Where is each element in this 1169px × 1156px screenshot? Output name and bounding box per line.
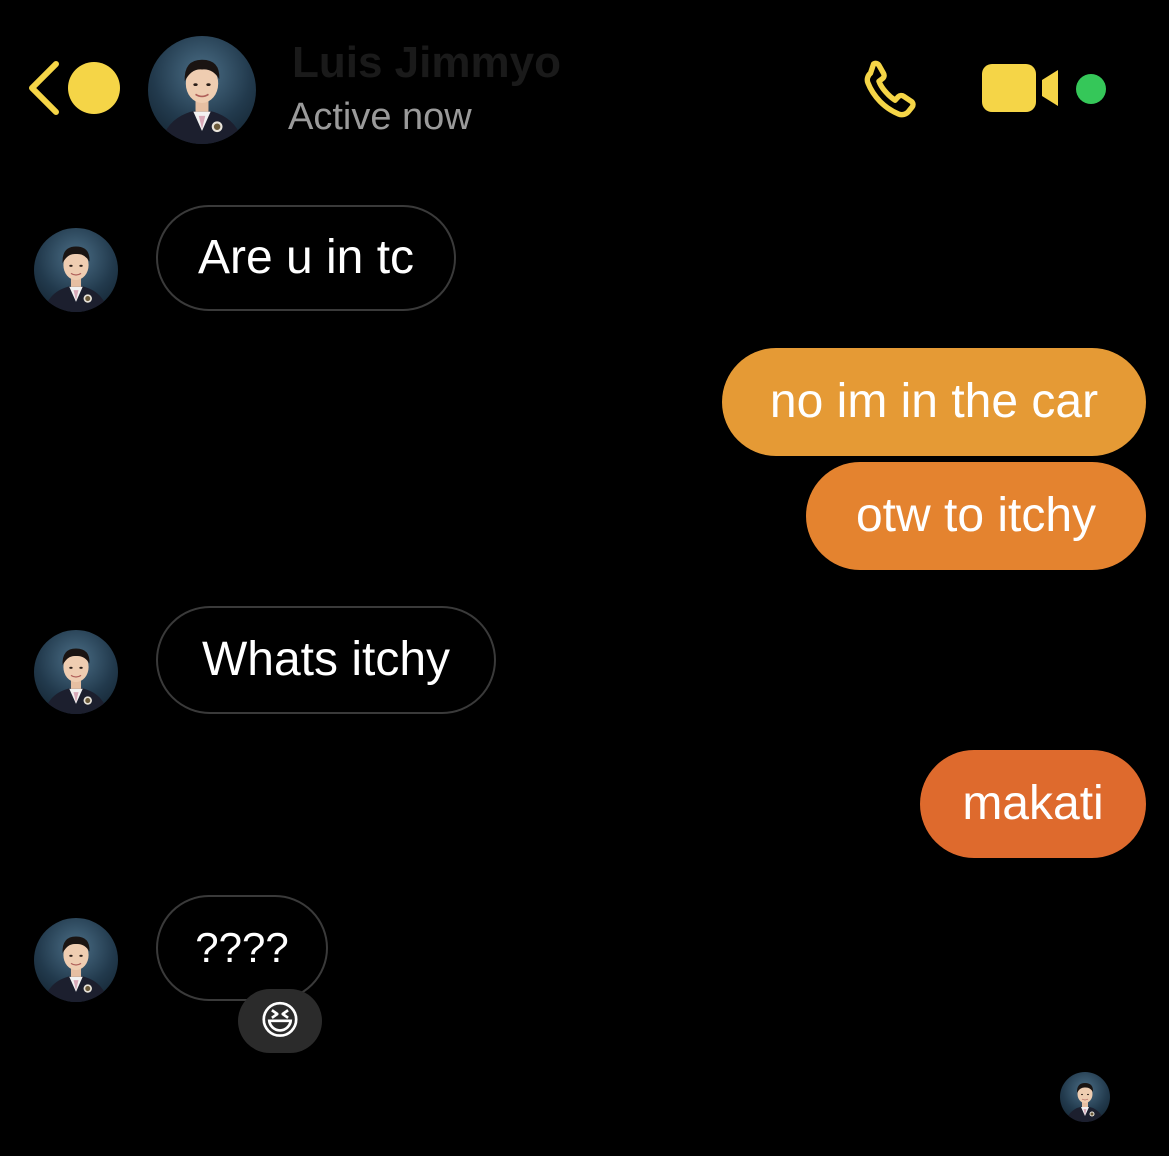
video-camera-icon [982, 64, 1058, 112]
outgoing-message-bubble[interactable]: makati [920, 750, 1146, 858]
sender-avatar[interactable] [34, 630, 118, 714]
sender-avatar[interactable] [34, 228, 118, 312]
incoming-message-bubble[interactable]: ???? [156, 895, 328, 1001]
voice-call-button[interactable] [858, 56, 926, 124]
online-indicator [1076, 74, 1106, 104]
back-button[interactable] [24, 58, 64, 118]
contact-name[interactable]: Luis Jimmyo [292, 38, 561, 88]
unread-indicator [68, 62, 120, 114]
sender-avatar[interactable] [34, 918, 118, 1002]
active-status: Active now [288, 96, 472, 138]
incoming-message-bubble[interactable]: Whats itchy [156, 606, 496, 714]
phone-icon [864, 60, 916, 118]
chevron-left-icon [29, 61, 59, 115]
contact-avatar[interactable] [148, 36, 256, 144]
incoming-message-bubble[interactable]: Are u in tc [156, 205, 456, 311]
video-call-button[interactable] [980, 60, 1064, 116]
outgoing-message-bubble[interactable]: otw to itchy [806, 462, 1146, 570]
message-reaction[interactable]: 😆 [238, 989, 322, 1053]
outgoing-message-bubble[interactable]: no im in the car [722, 348, 1146, 456]
seen-receipt-avatar [1060, 1072, 1110, 1122]
